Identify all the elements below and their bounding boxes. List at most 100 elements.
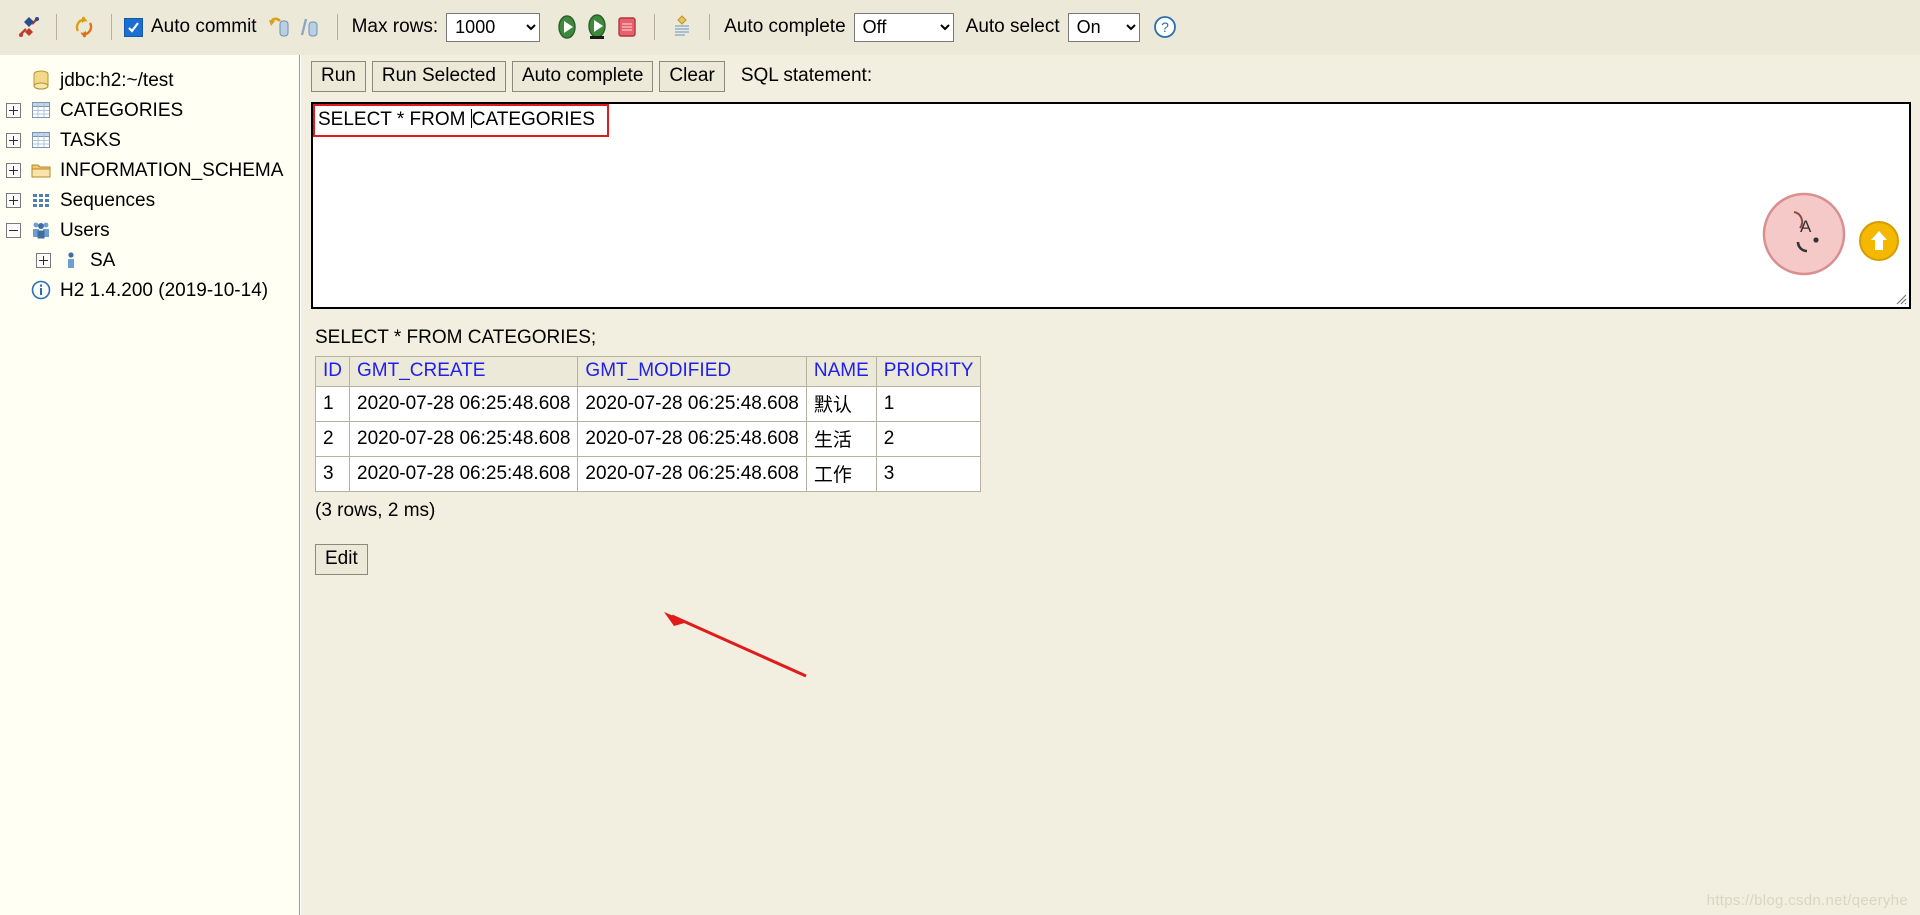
column-header-gmt-create[interactable]: GMT_CREATE — [348, 356, 579, 387]
auto-commit-label: Auto commit — [151, 16, 257, 37]
tree-item-categories[interactable]: CATEGORIES — [0, 95, 299, 125]
table-row: 2 2020-07-28 06:25:48.608 2020-07-28 06:… — [315, 421, 982, 457]
toolbar-separator — [336, 14, 338, 40]
cell-priority: 3 — [875, 456, 982, 492]
auto-complete-select[interactable]: Off — [853, 12, 954, 42]
checkbox-mark-icon — [124, 17, 143, 37]
tree-item-tasks[interactable]: TASKS — [0, 125, 299, 155]
max-rows-label: Max rows: — [351, 16, 439, 37]
cell-gmt-modified: 2020-07-28 06:25:48.608 — [577, 456, 807, 492]
table-row: 1 2020-07-28 06:25:48.608 2020-07-28 06:… — [315, 386, 982, 422]
tree-item-label: H2 1.4.200 (2019-10-14) — [60, 279, 269, 301]
sql-editor[interactable]: SELECT * FROM CATEGORIES — [311, 102, 1911, 309]
stop-icon[interactable] — [612, 12, 642, 42]
help-icon[interactable]: ? — [1150, 12, 1180, 42]
edit-button[interactable]: Edit — [315, 544, 368, 575]
tree-item-version: H2 1.4.200 (2019-10-14) — [0, 275, 299, 305]
results-panel: SELECT * FROM CATEGORIES; ID GMT_CREATE … — [315, 327, 1315, 575]
users-icon — [30, 220, 52, 240]
tree-item-label: Users — [60, 219, 110, 241]
cell-id: 3 — [315, 456, 350, 492]
user-icon — [60, 250, 82, 270]
tree-item-label: jdbc:h2:~/test — [60, 69, 174, 91]
cell-priority: 2 — [875, 421, 982, 457]
table-row: 3 2020-07-28 06:25:48.608 2020-07-28 06:… — [315, 456, 982, 492]
cell-name: 生活 — [805, 421, 877, 457]
tree-item-label: INFORMATION_SCHEMA — [60, 159, 284, 181]
cell-gmt-create: 2020-07-28 06:25:48.608 — [348, 386, 579, 422]
table-icon — [30, 100, 52, 120]
sql-text-head: SELECT * FROM — [318, 109, 471, 130]
sql-editor-text[interactable]: SELECT * FROM CATEGORIES — [313, 104, 609, 137]
cell-name: 工作 — [805, 456, 877, 492]
cell-gmt-create: 2020-07-28 06:25:48.608 — [348, 456, 579, 492]
sql-statement-label: SQL statement: — [740, 65, 873, 87]
watermark-text: https://blog.csdn.net/qeeryhe — [1706, 892, 1908, 909]
expand-toggle-icon[interactable] — [6, 132, 21, 148]
column-header-gmt-modified[interactable]: GMT_MODIFIED — [577, 356, 807, 387]
rollback-icon[interactable] — [265, 12, 295, 42]
svg-text:?: ? — [1161, 19, 1169, 35]
commit-icon[interactable] — [295, 12, 325, 42]
toolbar: Auto commit Max rows: 1000 Auto complete… — [0, 0, 1920, 55]
clear-button[interactable]: Clear — [659, 61, 725, 92]
disconnect-icon[interactable] — [14, 12, 44, 42]
table-header-row: ID GMT_CREATE GMT_MODIFIED NAME PRIORITY — [315, 356, 982, 387]
toolbar-separator — [56, 14, 57, 40]
database-icon — [30, 70, 52, 90]
max-rows-select[interactable]: 1000 — [446, 12, 541, 42]
auto-select-label: Auto select — [965, 16, 1060, 37]
tree-item-information-schema[interactable]: INFORMATION_SCHEMA — [0, 155, 299, 185]
tree-item-label: CATEGORIES — [60, 99, 184, 121]
cell-gmt-modified: 2020-07-28 06:25:48.608 — [577, 386, 807, 422]
expand-toggle-icon[interactable] — [36, 252, 51, 268]
history-icon[interactable] — [667, 12, 697, 42]
row-count-status: (3 rows, 2 ms) — [315, 500, 436, 521]
cell-gmt-create: 2020-07-28 06:25:48.608 — [348, 421, 579, 457]
expand-toggle-icon[interactable] — [6, 162, 21, 178]
tree-item-label: Sequences — [60, 189, 156, 211]
info-icon — [30, 280, 52, 300]
main-panel: Run Run Selected Auto complete Clear SQL… — [301, 55, 1920, 915]
auto-complete-label: Auto complete — [724, 16, 846, 37]
tree-item-label: TASKS — [60, 129, 121, 151]
resize-grip[interactable] — [1893, 291, 1907, 305]
svg-text:A: A — [1800, 217, 1812, 236]
run-selected-icon[interactable] — [582, 12, 612, 42]
refresh-icon[interactable] — [69, 12, 99, 42]
auto-commit-checkbox[interactable]: Auto commit — [124, 16, 265, 38]
tree-item-users[interactable]: Users — [0, 215, 299, 245]
toolbar-separator — [654, 14, 656, 40]
tree-item-sequences[interactable]: Sequences — [0, 185, 299, 215]
cell-priority: 1 — [875, 386, 982, 422]
collapse-toggle-icon[interactable] — [6, 222, 21, 238]
result-table: ID GMT_CREATE GMT_MODIFIED NAME PRIORITY… — [315, 356, 982, 492]
column-header-priority[interactable]: PRIORITY — [875, 356, 982, 387]
folder-icon — [30, 160, 52, 180]
run-button[interactable]: Run — [311, 61, 366, 92]
toolbar-separator — [111, 14, 112, 40]
tree-item-connection[interactable]: jdbc:h2:~/test — [0, 65, 299, 95]
expand-toggle-icon[interactable] — [6, 102, 21, 118]
table-icon — [30, 130, 52, 150]
tree-item-sa[interactable]: SA — [0, 245, 299, 275]
toolbar-separator — [709, 14, 711, 40]
sequence-icon — [30, 190, 52, 210]
run-icon[interactable] — [552, 12, 582, 42]
database-tree-sidebar: jdbc:h2:~/test CATEGORIES TASKS INFORMAT… — [0, 55, 300, 915]
column-header-id[interactable]: ID — [315, 356, 350, 387]
cell-name: 默认 — [805, 386, 877, 422]
expand-toggle-icon[interactable] — [6, 192, 21, 208]
sql-text-tail: CATEGORIES — [471, 109, 595, 130]
annotation-arrow-icon — [664, 612, 807, 678]
command-button-bar: Run Run Selected Auto complete Clear SQL… — [311, 61, 872, 92]
auto-complete-button[interactable]: Auto complete — [511, 61, 654, 92]
tree-item-label: SA — [90, 249, 116, 271]
column-header-name[interactable]: NAME — [805, 356, 877, 387]
cell-gmt-modified: 2020-07-28 06:25:48.608 — [577, 421, 807, 457]
auto-select-select[interactable]: On — [1067, 12, 1140, 42]
run-selected-button[interactable]: Run Selected — [371, 61, 506, 92]
scroll-to-top-icon[interactable] — [1858, 220, 1900, 262]
executed-sql-echo: SELECT * FROM CATEGORIES; — [315, 327, 597, 348]
avatar-face-icon: A — [1762, 192, 1846, 276]
